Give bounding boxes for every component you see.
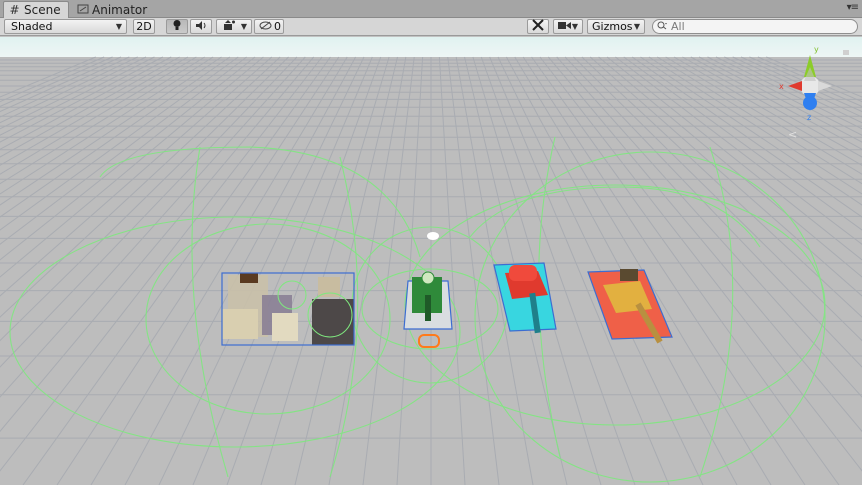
- chevron-down-icon: ▼: [633, 22, 640, 31]
- draw-mode-label: Shaded: [11, 20, 53, 33]
- camera-settings-dropdown[interactable]: ▼: [553, 19, 583, 34]
- search-input[interactable]: All: [652, 19, 858, 34]
- scene-viewport[interactable]: y z x <: [0, 37, 862, 485]
- animator-icon: [76, 3, 89, 17]
- scene-toolbar: Shaded ▼ 2D ▼ 0 ▼ Gizmos ▼ All: [0, 18, 862, 36]
- lightbulb-icon: [172, 19, 182, 34]
- hash-grid-icon: #: [9, 3, 20, 17]
- character-skeleton[interactable]: [272, 313, 298, 341]
- camera-icon: [558, 20, 571, 33]
- projection-mode-indicator[interactable]: <: [788, 128, 797, 141]
- gizmos-label: Gizmos: [592, 20, 633, 33]
- toggle-2d-label: 2D: [136, 20, 152, 33]
- panel-menu-icon[interactable]: ▾≡: [847, 2, 859, 13]
- tab-scene-label: Scene: [24, 3, 61, 17]
- tools-button[interactable]: [527, 19, 549, 34]
- character-knight[interactable]: [312, 299, 354, 345]
- character-helmet: [240, 273, 258, 283]
- tab-animator-label: Animator: [92, 2, 148, 17]
- scene-canvas[interactable]: y z x <: [0, 37, 862, 485]
- hidden-objects-toggle[interactable]: 0: [254, 19, 284, 34]
- cloud-icon: [427, 232, 439, 240]
- chevron-down-icon: ▼: [115, 22, 122, 31]
- tab-animator[interactable]: Animator: [72, 1, 154, 18]
- gizmo-x-label: x: [779, 82, 784, 91]
- sky: [0, 37, 862, 57]
- tab-strip: # Scene Animator ▾≡: [0, 0, 862, 18]
- chevron-down-icon: ▼: [571, 22, 578, 31]
- hidden-count: 0: [274, 20, 281, 33]
- draw-mode-dropdown[interactable]: Shaded ▼: [4, 19, 127, 34]
- gizmo-z-label: z: [807, 113, 811, 122]
- effects-dropdown[interactable]: ▼: [216, 19, 252, 34]
- chevron-down-icon: ▼: [240, 22, 247, 31]
- eye-hidden-icon: [259, 20, 272, 33]
- audio-toggle-button[interactable]: [190, 19, 212, 34]
- speaker-icon: [195, 20, 208, 34]
- lock-icon[interactable]: [843, 50, 849, 55]
- toggle-2d-button[interactable]: 2D: [133, 19, 155, 34]
- character-skeleton[interactable]: [222, 309, 258, 339]
- gizmo-y-label: y: [814, 45, 819, 54]
- search-placeholder: All: [671, 20, 685, 33]
- effects-icon: [222, 19, 236, 34]
- search-icon: [657, 21, 668, 33]
- tab-scene[interactable]: # Scene: [3, 1, 69, 18]
- gizmos-dropdown[interactable]: Gizmos ▼: [587, 19, 645, 34]
- tools-icon: [532, 19, 544, 34]
- lighting-toggle-button[interactable]: [166, 19, 188, 34]
